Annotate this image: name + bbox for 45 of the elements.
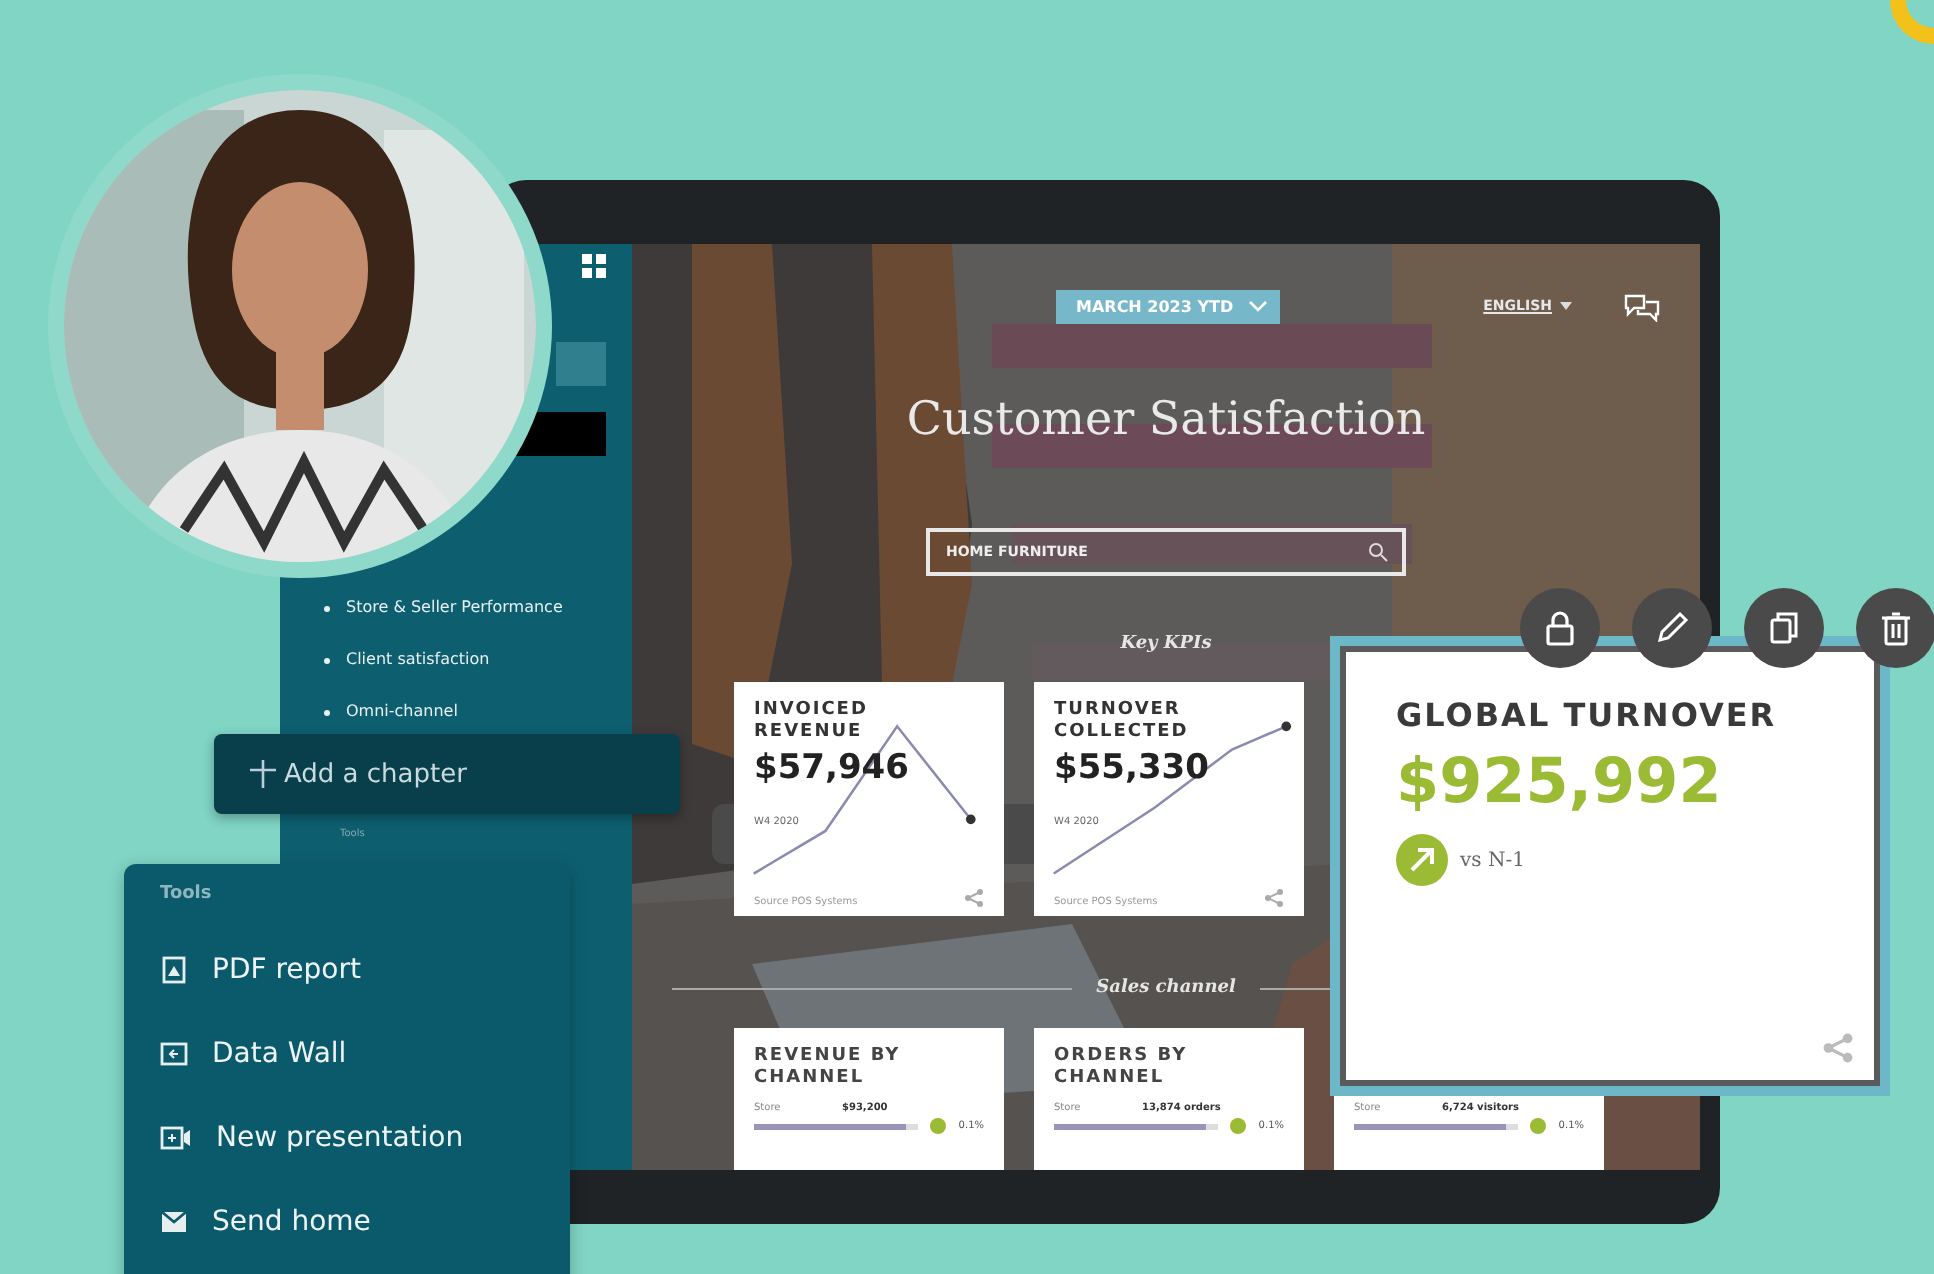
card-title: TURNOVER COLLECTED: [1054, 700, 1191, 744]
envelope-icon: [160, 1208, 188, 1236]
menu-item[interactable]: New presentation: [160, 1096, 570, 1180]
menu-item[interactable]: Data Wall: [160, 1012, 570, 1096]
lock-icon: [1544, 610, 1576, 646]
menu-title: Tools: [160, 884, 214, 904]
card-title: ORDERS BY CHANNEL: [1054, 1046, 1190, 1090]
section-heading: Sales channel: [1096, 976, 1236, 1002]
card-value: $55,330: [1054, 748, 1211, 788]
chat-icon[interactable]: [1624, 291, 1660, 321]
caret-icon: [1560, 302, 1572, 310]
bullet-icon: [324, 657, 330, 663]
sidebar-item[interactable]: Omni-channel: [346, 700, 458, 724]
card-title: INVOICED REVENUE: [754, 700, 870, 744]
comparison-label: vs N-1: [1460, 849, 1525, 871]
trend-dot: [1530, 1118, 1547, 1134]
card-value: $57,946: [754, 748, 911, 788]
pencil-icon: [1654, 610, 1690, 646]
menu-item[interactable]: Send home: [160, 1180, 570, 1264]
video-icon: [160, 1124, 192, 1152]
search-icon: [1368, 542, 1388, 562]
delete-button[interactable]: [1856, 588, 1934, 668]
trash-icon: [1880, 610, 1912, 646]
add-chapter-button[interactable]: Add a chapter: [214, 734, 680, 814]
card-title: GLOBAL TURNOVER: [1396, 696, 1779, 734]
sidebar-item[interactable]: Store & Seller Performance: [346, 596, 563, 620]
section-heading: Key KPIs: [1118, 632, 1214, 658]
trend-dot: [930, 1118, 947, 1134]
copy-button[interactable]: [1744, 588, 1824, 668]
page-title: Customer Satisfaction: [904, 392, 1428, 450]
document-icon: [160, 956, 188, 984]
screen-icon: [160, 1040, 188, 1068]
grid-icon[interactable]: [582, 254, 606, 278]
menu-item[interactable]: PDF report: [160, 928, 570, 1012]
card-value: $925,992: [1396, 746, 1724, 818]
bullet-icon: [324, 605, 330, 611]
sidebar-block: [556, 342, 606, 386]
bullet-icon: [324, 709, 330, 715]
card-title: REVENUE BY CHANNEL: [754, 1046, 903, 1090]
trend-dot: [1230, 1118, 1247, 1134]
chevron-icon: [1248, 300, 1268, 312]
copy-icon: [1766, 610, 1802, 646]
trend-up-icon: [1396, 834, 1448, 886]
sidebar-item[interactable]: Client satisfaction: [346, 648, 490, 672]
plus-icon: [250, 760, 276, 788]
